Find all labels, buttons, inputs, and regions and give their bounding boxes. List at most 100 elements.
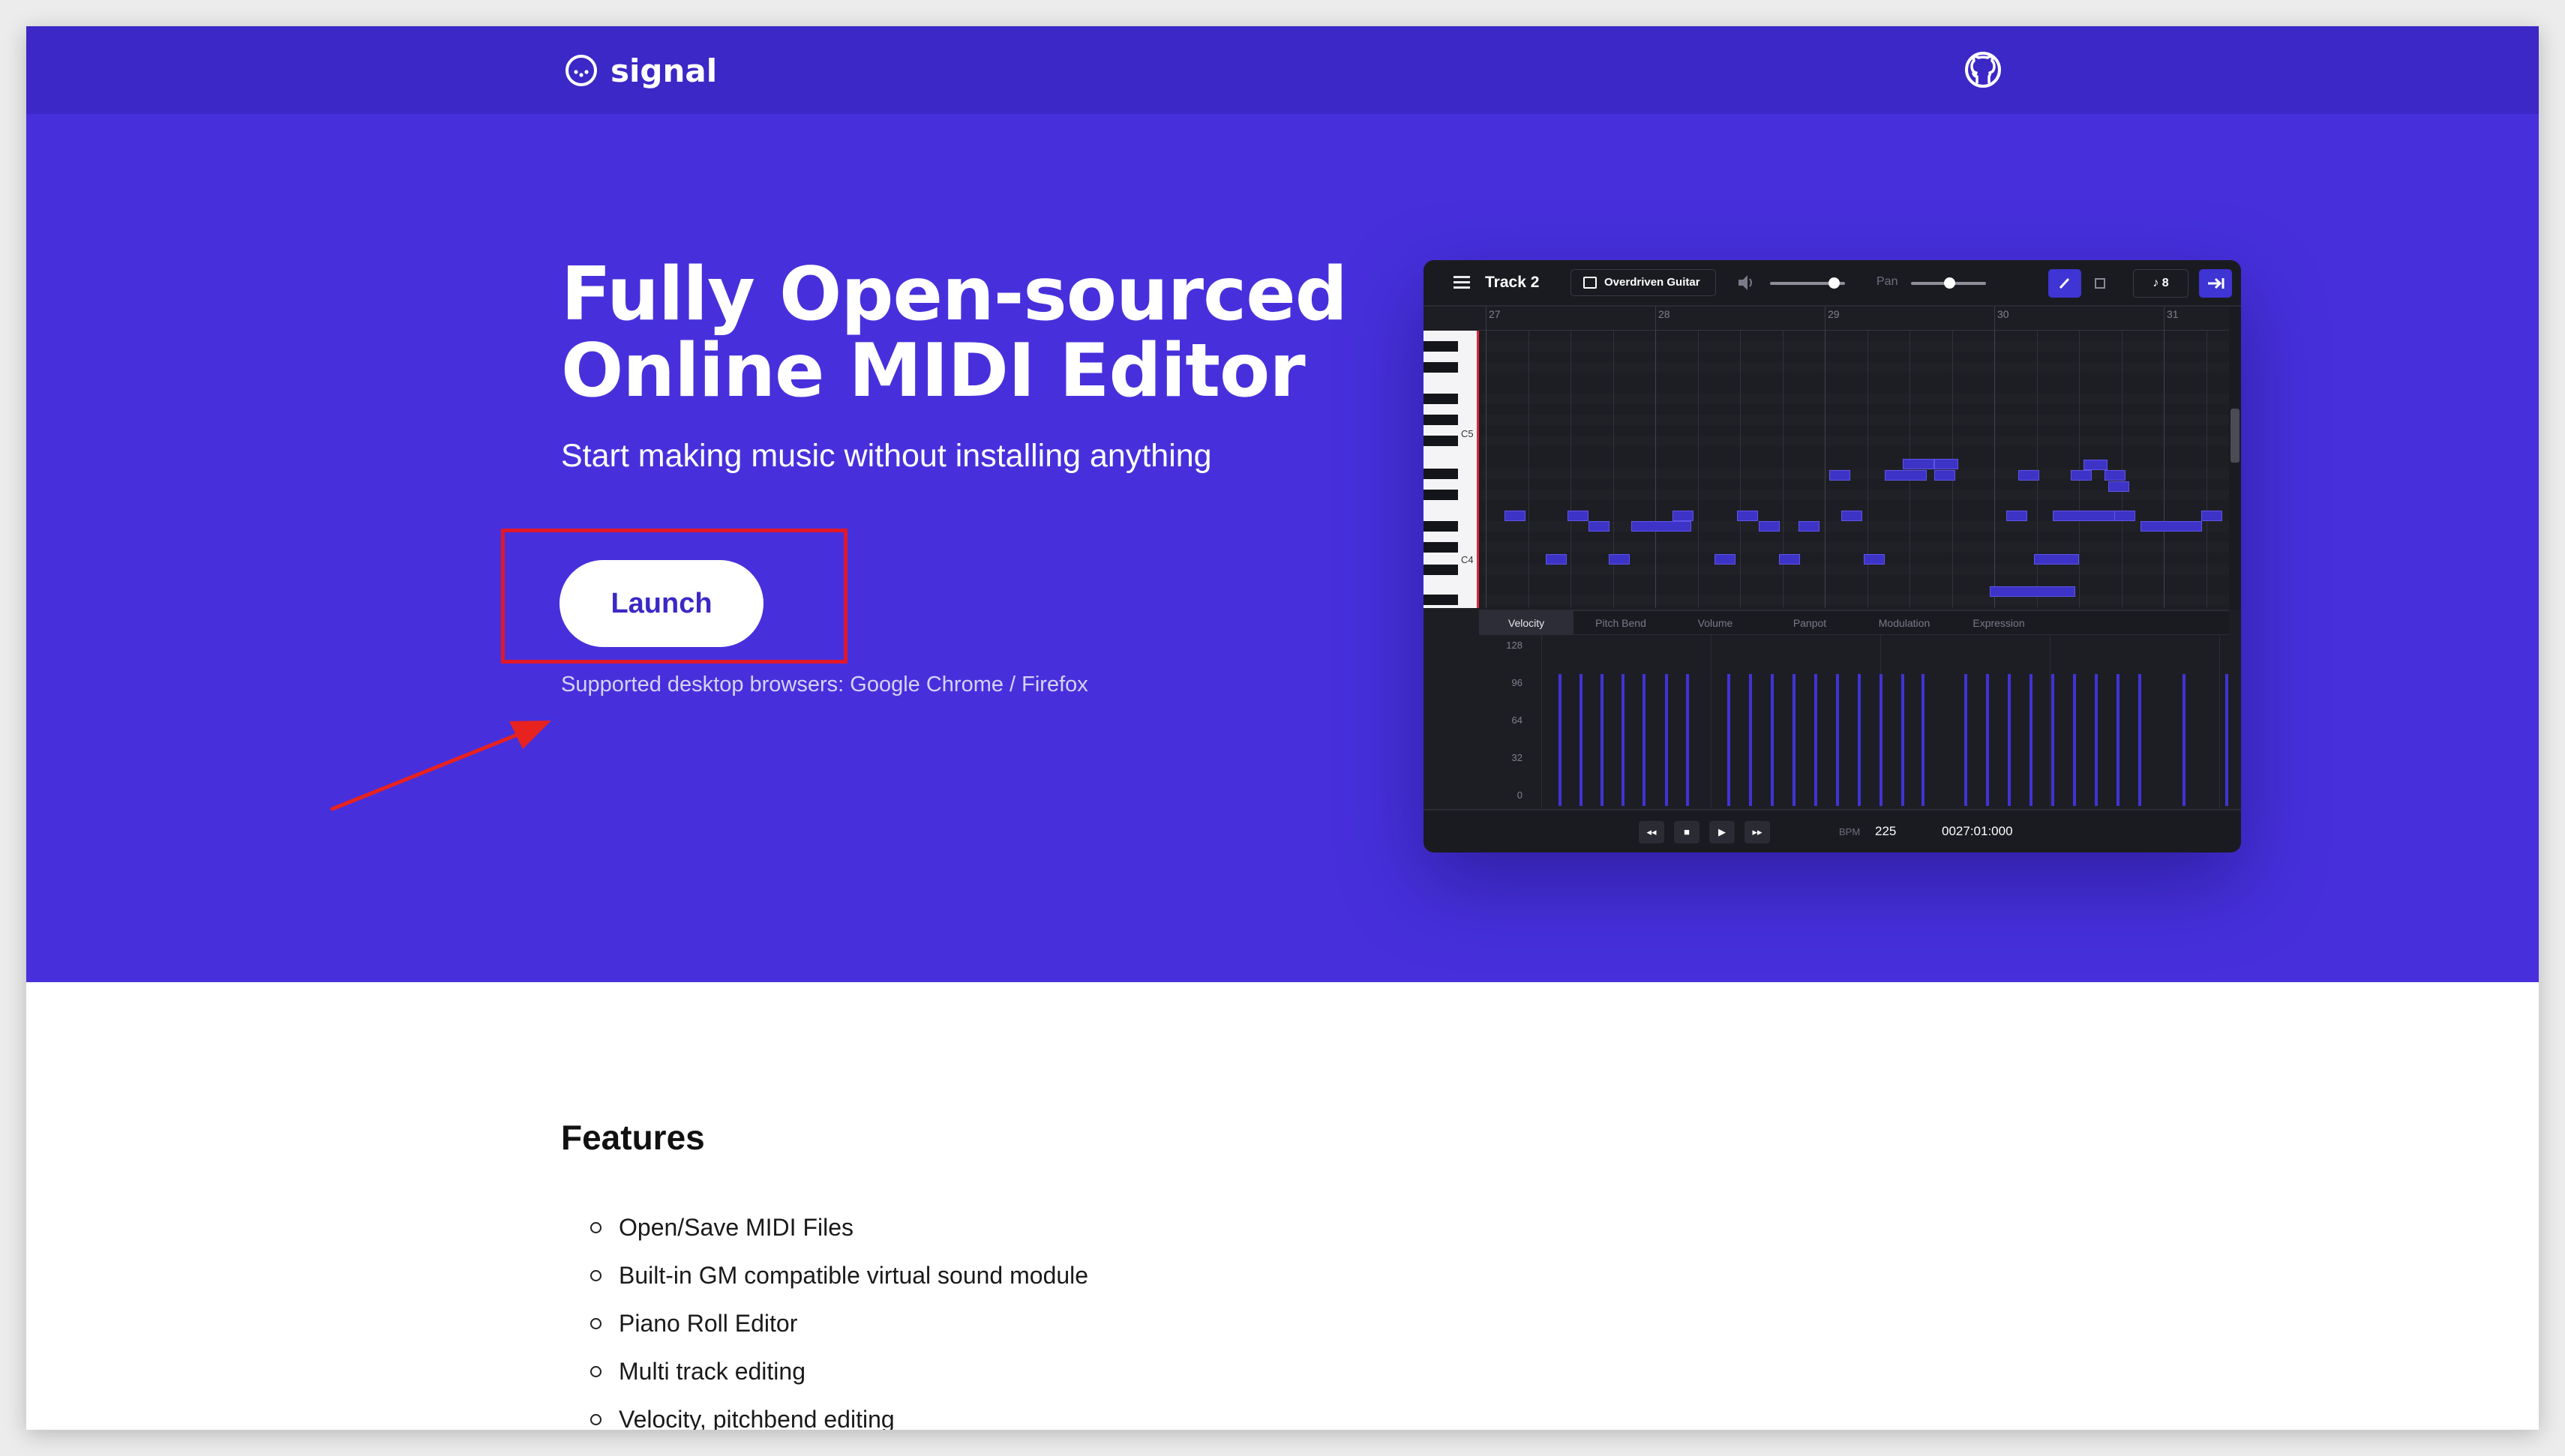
velocity-axis-label: 128 [1506,640,1522,651]
launch-button[interactable]: Launch [560,560,764,647]
ruler-bar-line [1825,307,1826,331]
black-key [1424,521,1458,532]
black-key [1424,362,1458,373]
velocity-bar [2182,674,2186,806]
preview-transport: ◂◂ ■ ▶ ▸▸ BPM 225 0027:01:000 [1424,809,2241,852]
grid-row-shade [1481,595,2229,605]
preview-scroll-thumb [2230,409,2240,463]
velocity-bar [1727,674,1730,806]
midi-note [1714,554,1736,565]
control-tab: Pitch Bend [1595,617,1646,629]
grid-line [1952,331,1953,608]
preview-note-grid [1481,331,2229,608]
velocity-axis-label: 64 [1511,715,1522,726]
bpm-label: BPM [1839,826,1861,837]
volume-slider [1770,277,1845,289]
midi-note [1568,511,1588,521]
velocity-bar [1580,674,1582,806]
quantize-value: 8 [2162,277,2169,289]
velocity-bar [1749,674,1752,806]
midi-note [2104,470,2126,481]
control-tab: Panpot [1792,617,1827,629]
pan-slider-knob [1944,277,1955,289]
black-key [1424,595,1458,605]
midi-note [1864,554,1885,565]
grid-line [1740,331,1741,608]
control-tab: Expression [1972,617,2025,629]
grid-line [1825,331,1826,608]
preview-scrollbar [2229,307,2241,610]
preview-control-tabs: Velocity Pitch Bend Volume Panpot Modulation… [1479,610,2229,635]
velocity-grid-line [1711,635,1712,807]
velocity-bar [2225,674,2228,806]
preview-track-name: Track 2 [1485,274,1540,291]
midi-note [2201,511,2222,521]
black-key [1424,490,1458,500]
black-key [1424,415,1458,425]
signal-logo[interactable]: signal [564,50,717,91]
top-navbar: signal [26,26,2539,114]
midi-note [1829,470,1850,481]
midi-note [1934,459,1958,469]
midi-note [1546,554,1567,565]
velocity-bar [1642,674,1646,806]
velocity-axis-label: 32 [1511,752,1522,763]
headline-line-1: Fully Open-sourced [561,252,1348,337]
grid-line [2036,331,2038,608]
midi-note [1990,586,2075,597]
black-key [1424,542,1458,553]
velocity-bar [1814,674,1817,806]
midi-note [1779,554,1800,565]
black-key [1424,469,1458,479]
control-tab: Velocity [1479,611,1574,635]
midi-note [2140,521,2202,532]
preview-piano-keys: C5 C4 [1424,331,1479,608]
midi-note [1759,521,1780,532]
black-key [1424,436,1458,446]
smiley-logo-icon [566,55,597,86]
feature-item: Velocity, pitchbend editing [590,1404,1088,1430]
grid-line [1697,331,1699,608]
midi-note [1609,554,1630,565]
grid-row-shade [1481,394,2229,404]
hero-headline: Fully Open-sourced Online MIDI Editor [561,256,1416,409]
preview-instrument: Overdriven Guitar [1570,269,1716,296]
midi-note [1588,521,1610,532]
annotation-arrow [330,721,551,811]
ruler-bar-line [1994,307,1995,331]
selection-tool-icon [2084,269,2116,298]
midi-note [1798,521,1820,532]
preview-instrument-label: Overdriven Guitar [1604,276,1700,289]
ruler-label: 29 [1828,308,1840,320]
features-title: Features [561,1118,705,1157]
grid-line [1994,331,1995,608]
grid-line [1528,331,1529,608]
grid-row-shade [1481,415,2229,425]
time-position: 0027:01:000 [1942,824,2013,838]
volume-icon [1738,275,1752,290]
rewind-icon: ◂◂ [1639,821,1664,843]
key-octave-label: C4 [1461,554,1474,565]
velocity-bar [1986,674,1989,806]
quantize-selector: ♪ 8 [2133,269,2188,298]
black-key [1424,341,1458,352]
grid-row-shade [1481,436,2229,446]
feature-item: Built-in GM compatible virtual sound mod… [590,1260,1088,1308]
stop-icon: ■ [1674,821,1700,843]
velocity-bar [1665,674,1668,806]
velocity-bar [1686,674,1689,806]
black-key [1424,565,1458,575]
preview-velocity-pane: 128 96 64 32 0 [1479,635,2229,807]
velocity-bar [1964,674,1967,806]
velocity-bar [2008,674,2011,806]
grid-row-shade [1481,362,2229,373]
ruler-label: 27 [1489,308,1501,320]
velocity-bar [1880,674,1882,806]
ruler-bar-line [1655,307,1656,331]
hero-subheadline: Start making music without installing an… [561,438,1212,474]
github-icon[interactable] [1963,49,2003,90]
midi-note [1885,470,1927,481]
velocity-bar [1858,674,1861,806]
velocity-bar [2073,674,2076,806]
midi-note [2034,554,2079,565]
